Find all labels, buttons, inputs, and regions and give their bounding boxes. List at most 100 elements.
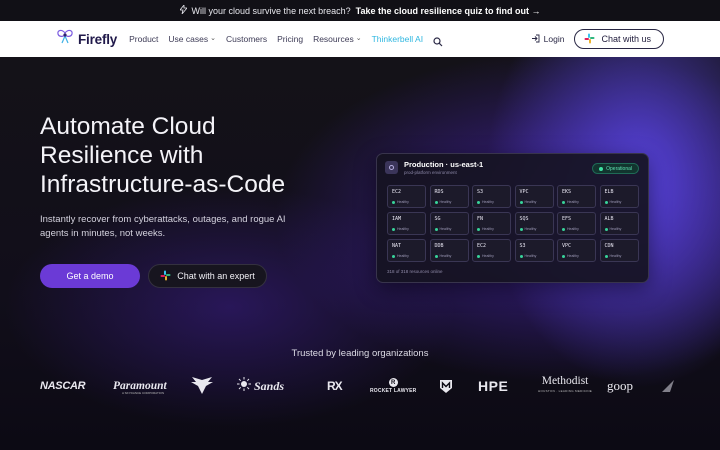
service-status-label: Healthy xyxy=(397,227,409,231)
healthy-dot-icon xyxy=(519,227,523,231)
service-cell[interactable]: ELB Healthy xyxy=(599,185,639,208)
rx-logo: RX xyxy=(327,372,343,400)
service-name: EFS xyxy=(562,216,572,222)
service-status-label: Healthy xyxy=(397,200,409,204)
hero-title: Automate Cloud Resilience with Infrastru… xyxy=(40,113,286,198)
service-status: Healthy xyxy=(562,227,579,231)
chevron-down-icon: ⌄ xyxy=(210,35,216,42)
service-status: Healthy xyxy=(519,254,537,258)
get-demo-button[interactable]: Get a demo xyxy=(40,264,140,288)
healthy-dot-icon xyxy=(519,200,523,204)
rocket-lawyer-logo: R ROCKET LAWYER xyxy=(370,372,417,400)
healthy-dot-icon xyxy=(604,200,608,204)
service-status: Healthy xyxy=(562,200,579,204)
service-cell[interactable]: ALB Healthy xyxy=(599,212,639,235)
service-cell[interactable]: RDS Healthy xyxy=(429,185,469,208)
rocket-lawyer-mark-icon: R xyxy=(388,378,398,387)
chat-expert-label: Chat with an expert xyxy=(177,271,255,281)
service-status: Healthy xyxy=(434,200,452,204)
service-status: Healthy xyxy=(604,254,622,258)
announcement-bar[interactable]: Will your cloud survive the next breach?… xyxy=(0,0,720,21)
announcement-link[interactable]: Take the cloud resilience quiz to find o… xyxy=(356,6,541,16)
nav-thinkerbell-label: Thinkerbell AI xyxy=(371,34,424,44)
service-name: EC2 xyxy=(392,189,402,195)
environment-icon xyxy=(385,161,398,174)
trusted-heading: Trusted by leading organizations xyxy=(291,348,429,359)
service-name: ALB xyxy=(604,216,614,222)
logo-text: Firefly xyxy=(78,31,118,47)
service-status-label: Healthy xyxy=(524,200,537,204)
service-cell[interactable]: VPC Healthy xyxy=(557,239,596,262)
nav-resources[interactable]: Resources ⌄ xyxy=(313,34,362,44)
nav-pricing-label: Pricing xyxy=(277,34,304,44)
service-cell[interactable]: EC2 Healthy xyxy=(387,185,426,208)
nav-product-label: Product xyxy=(129,34,159,44)
service-cell[interactable]: SG Healthy xyxy=(429,212,469,235)
healthy-dot-icon xyxy=(477,254,480,258)
service-cell[interactable]: VPC Healthy xyxy=(514,185,554,208)
service-status: Healthy xyxy=(392,227,409,231)
healthy-dot-icon xyxy=(477,227,480,231)
service-name: SQS xyxy=(519,216,529,222)
healthy-dot-icon xyxy=(562,254,565,258)
healthy-dot-icon xyxy=(392,200,395,204)
top-navigation: Firefly Product Use cases ⌄ Customers Pri… xyxy=(0,21,720,57)
chat-with-us-button[interactable]: Chat with us xyxy=(574,29,664,49)
service-status-label: Healthy xyxy=(482,200,494,204)
healthy-dot-icon xyxy=(434,200,438,204)
customer-logos: NASCAR Paramount A SKYDANCE CORPORATION … xyxy=(40,372,680,400)
service-status-label: Healthy xyxy=(524,254,537,258)
healthy-dot-icon xyxy=(477,200,480,204)
nav-use-cases[interactable]: Use cases ⌄ xyxy=(168,34,216,44)
service-status-label: Healthy xyxy=(567,254,579,258)
logo[interactable]: Firefly xyxy=(56,29,117,50)
service-cell[interactable]: DDB Healthy xyxy=(429,239,469,262)
nav-use-cases-label: Use cases xyxy=(168,34,209,44)
service-cell[interactable]: FN Healthy xyxy=(472,212,511,235)
lightning-bolt-icon xyxy=(178,3,188,16)
service-name: DDB xyxy=(434,243,444,249)
nav-customers[interactable]: Customers xyxy=(226,34,267,44)
nav-product[interactable]: Product xyxy=(129,34,158,44)
nascar-logo-text: NASCAR xyxy=(40,380,86,392)
service-cell[interactable]: NAT Healthy xyxy=(387,239,426,262)
service-cell[interactable]: IAM Healthy xyxy=(387,212,426,235)
healthy-dot-icon xyxy=(562,200,565,204)
service-cell[interactable]: S3 Healthy xyxy=(514,239,554,262)
chat-expert-button[interactable]: Chat with an expert xyxy=(148,264,267,288)
nav-thinkerbell-ai[interactable]: Thinkerbell AI xyxy=(372,34,424,44)
methodist-logo-subtext: HOUSTON · LEADING MEDICINE xyxy=(538,389,593,393)
service-status-label: Healthy xyxy=(439,200,452,204)
service-status-label: Healthy xyxy=(439,254,452,258)
service-cell[interactable]: EKS Healthy xyxy=(557,185,596,208)
service-name: VPC xyxy=(519,189,529,195)
service-status-label: Healthy xyxy=(397,254,409,258)
service-cell[interactable]: EFS Healthy xyxy=(557,212,596,235)
service-status: Healthy xyxy=(392,200,409,204)
rx-logo-text: RX xyxy=(327,379,343,393)
login-link[interactable]: Login xyxy=(531,34,564,45)
nav-pricing[interactable]: Pricing xyxy=(277,34,303,44)
search-icon[interactable] xyxy=(433,34,443,47)
paramount-logo-subtext: A SKYDANCE CORPORATION xyxy=(122,391,165,395)
firefly-logo-icon xyxy=(56,29,74,50)
service-cell[interactable]: EC2 Healthy xyxy=(472,239,511,262)
goop-logo-text: goop xyxy=(607,378,633,393)
partial-logo-icon xyxy=(660,372,676,400)
hero-subtitle: Instantly recover from cyberattacks, out… xyxy=(40,214,286,239)
login-icon xyxy=(531,34,540,45)
service-name: S3 xyxy=(519,243,526,249)
service-name: NAT xyxy=(392,243,402,249)
service-cell[interactable]: SQS Healthy xyxy=(514,212,554,235)
service-status: Healthy xyxy=(604,200,621,204)
service-cell[interactable]: CDN Healthy xyxy=(599,239,639,262)
dashboard-title: Production · us-east-1 xyxy=(404,160,484,169)
service-status-label: Healthy xyxy=(482,227,494,231)
eagle-logo-icon xyxy=(190,372,214,400)
service-cell[interactable]: S3 Healthy xyxy=(472,185,511,208)
service-status-label: Healthy xyxy=(567,200,579,204)
service-status-label: Healthy xyxy=(609,254,622,258)
chat-with-us-label: Chat with us xyxy=(601,34,651,44)
service-status: Healthy xyxy=(519,227,536,231)
get-demo-label: Get a demo xyxy=(66,271,114,281)
